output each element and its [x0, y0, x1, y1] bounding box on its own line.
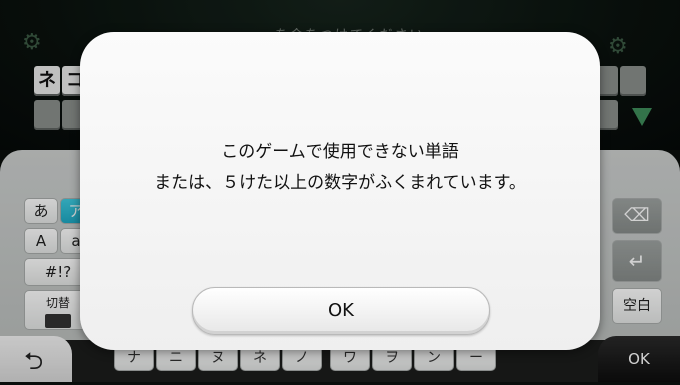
- dialog-message-line2: または、５けた以上の数字がふくまれています。: [154, 173, 526, 193]
- error-dialog: このゲームで使用できない単語 または、５けた以上の数字がふくまれています。 OK: [80, 32, 600, 350]
- dialog-ok-button[interactable]: OK: [192, 287, 490, 335]
- dialog-message: このゲームで使用できない単語 または、５けた以上の数字がふくまれています。: [80, 137, 600, 199]
- dialog-message-line1: このゲームで使用できない単語: [221, 142, 459, 162]
